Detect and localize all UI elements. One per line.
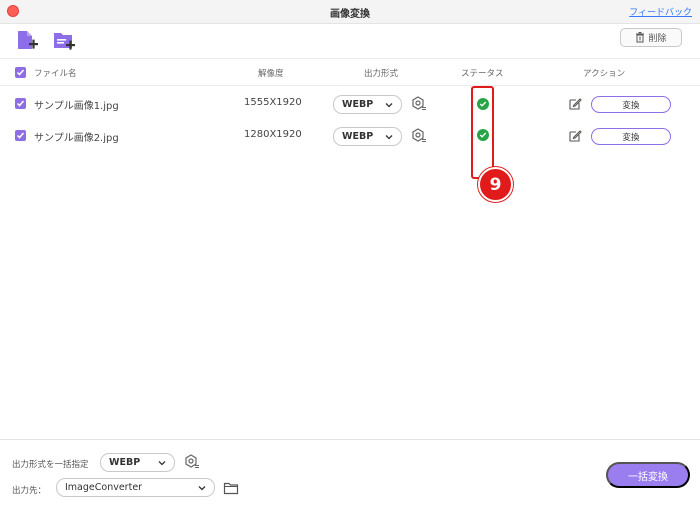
header-format: 出力形式: [364, 69, 399, 79]
table-row: サンプル画像1.jpg 1555X1920 WEBP 変換: [0, 88, 700, 120]
header-status: ステータス: [461, 69, 504, 79]
header-resolution: 解像度: [258, 69, 284, 79]
row-checkbox[interactable]: [15, 98, 26, 109]
convert-button[interactable]: 変換: [591, 96, 671, 113]
chevron-down-icon: [385, 135, 393, 140]
toolbar: 削除: [0, 24, 700, 58]
batch-format-select[interactable]: WEBP: [100, 453, 175, 472]
header-filename: ファイル名: [34, 69, 77, 79]
delete-button-label: 削除: [648, 34, 667, 44]
open-folder-icon[interactable]: [223, 480, 239, 496]
format-select-value: WEBP: [342, 99, 374, 110]
chevron-down-icon: [198, 486, 206, 491]
format-settings-icon[interactable]: [411, 128, 427, 144]
chevron-down-icon: [158, 461, 166, 466]
edit-icon[interactable]: [568, 129, 582, 143]
step-number-badge: 9: [478, 167, 513, 202]
format-select[interactable]: WEBP: [333, 95, 402, 114]
batch-format-value: WEBP: [109, 457, 141, 468]
delete-button[interactable]: 削除: [620, 28, 682, 47]
batch-format-label: 出力形式を一括指定: [12, 460, 89, 470]
chevron-down-icon: [385, 103, 393, 108]
batch-convert-button[interactable]: 一括変換: [606, 462, 690, 488]
folder-add-icon[interactable]: [52, 28, 76, 52]
footer: 出力形式を一括指定 WEBP 出力先： ImageConverter 一括変換: [0, 439, 700, 509]
table-header: ファイル名 解像度 出力形式 ステータス アクション: [0, 58, 700, 86]
window-title: 画像変換: [330, 9, 370, 20]
format-select-value: WEBP: [342, 131, 374, 142]
table-row: サンプル画像2.jpg 1280X1920 WEBP 変換: [0, 120, 700, 152]
output-label: 出力先：: [12, 486, 47, 496]
format-select[interactable]: WEBP: [333, 127, 402, 146]
output-folder-select[interactable]: ImageConverter: [56, 478, 215, 497]
edit-icon[interactable]: [568, 97, 582, 111]
select-all-checkbox[interactable]: [15, 67, 26, 78]
status-highlight-box: [471, 86, 494, 179]
row-filename: サンプル画像1.jpg: [34, 101, 119, 112]
row-filename: サンプル画像2.jpg: [34, 133, 119, 144]
file-add-icon[interactable]: [15, 28, 39, 52]
convert-button[interactable]: 変換: [591, 128, 671, 145]
batch-format-settings-icon[interactable]: [184, 454, 200, 470]
output-folder-value: ImageConverter: [65, 482, 143, 493]
format-settings-icon[interactable]: [411, 96, 427, 112]
header-action: アクション: [583, 69, 626, 79]
trash-icon: [636, 32, 645, 43]
feedback-link[interactable]: フィードバック: [629, 5, 692, 18]
row-resolution: 1555X1920: [244, 97, 302, 108]
row-checkbox[interactable]: [15, 130, 26, 141]
row-resolution: 1280X1920: [244, 129, 302, 140]
title-bar: 画像変換 フィードバック: [0, 0, 700, 24]
